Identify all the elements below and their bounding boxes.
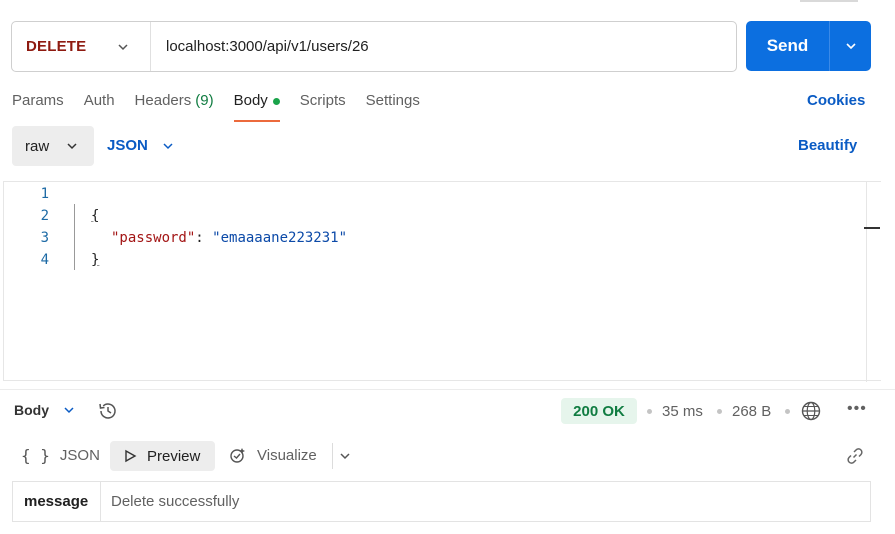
top-edge-stub [800, 0, 858, 2]
response-section-label: Body [14, 402, 49, 418]
send-button[interactable]: Send [746, 21, 871, 71]
format-json-label: JSON [59, 447, 100, 464]
chevron-down-icon [845, 43, 856, 50]
table-key-cell: message [13, 482, 101, 521]
line-number: 2 [40, 208, 49, 224]
line-number: 1 [40, 186, 49, 202]
line-number: 4 [40, 252, 49, 268]
headers-count: (9) [195, 92, 214, 109]
globe-icon[interactable] [800, 400, 822, 422]
line-number: 3 [40, 230, 49, 246]
chevron-down-icon [67, 143, 77, 150]
tab-body[interactable]: Body [233, 90, 281, 122]
response-table: message Delete successfully [12, 481, 871, 522]
method-label: DELETE [26, 38, 87, 55]
json-value: "emaaaane223231" [212, 230, 348, 246]
tab-label: Params [12, 92, 64, 109]
format-json-tab[interactable]: { } JSON [21, 446, 100, 465]
body-language-label: JSON [107, 137, 148, 154]
url-bar: DELETE [11, 21, 737, 72]
body-language-selector[interactable]: JSON [107, 137, 174, 154]
tab-headers[interactable]: Headers (9) [135, 90, 214, 122]
send-options-button[interactable] [830, 40, 871, 52]
json-entry: "password": "emaaaane223231" [111, 227, 347, 249]
tab-label: Headers [134, 92, 192, 109]
request-tabs: Params Auth Headers (9) Body Scripts Sett… [12, 90, 440, 122]
chevron-down-icon [163, 142, 173, 149]
tab-label: Body [233, 92, 268, 109]
separator-dot [647, 409, 652, 414]
tab-auth[interactable]: Auth [84, 90, 115, 122]
pane-divider[interactable] [0, 389, 895, 390]
play-icon [125, 449, 137, 463]
open-brace: { [91, 208, 100, 224]
body-modified-dot [272, 98, 280, 105]
more-options-icon[interactable]: ••• [847, 400, 867, 418]
beautify-button[interactable]: Beautify [798, 137, 857, 154]
link-icon[interactable] [845, 446, 865, 466]
json-key: "password" [111, 230, 196, 246]
format-preview-label: Preview [147, 447, 201, 465]
braces-icon: { } [21, 446, 50, 465]
response-section-selector[interactable]: Body [14, 402, 75, 418]
body-mode-selector[interactable]: raw [12, 126, 94, 166]
format-visualize-label: Visualize [257, 446, 317, 464]
tab-scripts[interactable]: Scripts [300, 90, 346, 122]
body-mode-label: raw [25, 137, 50, 155]
visualize-icon [230, 448, 245, 463]
tab-label: Scripts [299, 92, 346, 109]
json-colon: : [195, 230, 213, 246]
response-size[interactable]: 268 B [732, 403, 771, 420]
table-value-cell: Delete successfully [111, 493, 240, 510]
tab-label: Auth [83, 92, 115, 109]
chevron-down-icon[interactable] [339, 450, 351, 462]
separator-dot [717, 409, 722, 414]
tab-settings[interactable]: Settings [366, 90, 420, 122]
format-preview-tab[interactable]: Preview [110, 441, 215, 471]
method-selector[interactable]: DELETE [12, 22, 151, 71]
status-badge[interactable]: 200 OK [561, 398, 637, 424]
indent-guide [74, 204, 75, 270]
tab-params[interactable]: Params [12, 90, 64, 122]
tab-label: Settings [365, 92, 420, 109]
chevron-down-icon [118, 44, 128, 51]
chevron-down-icon [64, 407, 74, 414]
url-input[interactable] [151, 22, 736, 71]
format-divider [332, 443, 333, 469]
close-brace: } [91, 252, 100, 268]
cookies-link[interactable]: Cookies [807, 92, 865, 109]
history-icon[interactable] [97, 400, 119, 422]
body-editor[interactable]: 1 2 { 3 "password": "emaaaane223231" 4 } [3, 181, 882, 382]
response-time[interactable]: 35 ms [662, 403, 703, 420]
scrollbar-position-mark [864, 227, 880, 229]
separator-dot [785, 409, 790, 414]
send-label: Send [766, 36, 809, 55]
editor-scrollbar[interactable] [866, 182, 882, 382]
format-visualize-tab[interactable]: Visualize [229, 446, 317, 464]
